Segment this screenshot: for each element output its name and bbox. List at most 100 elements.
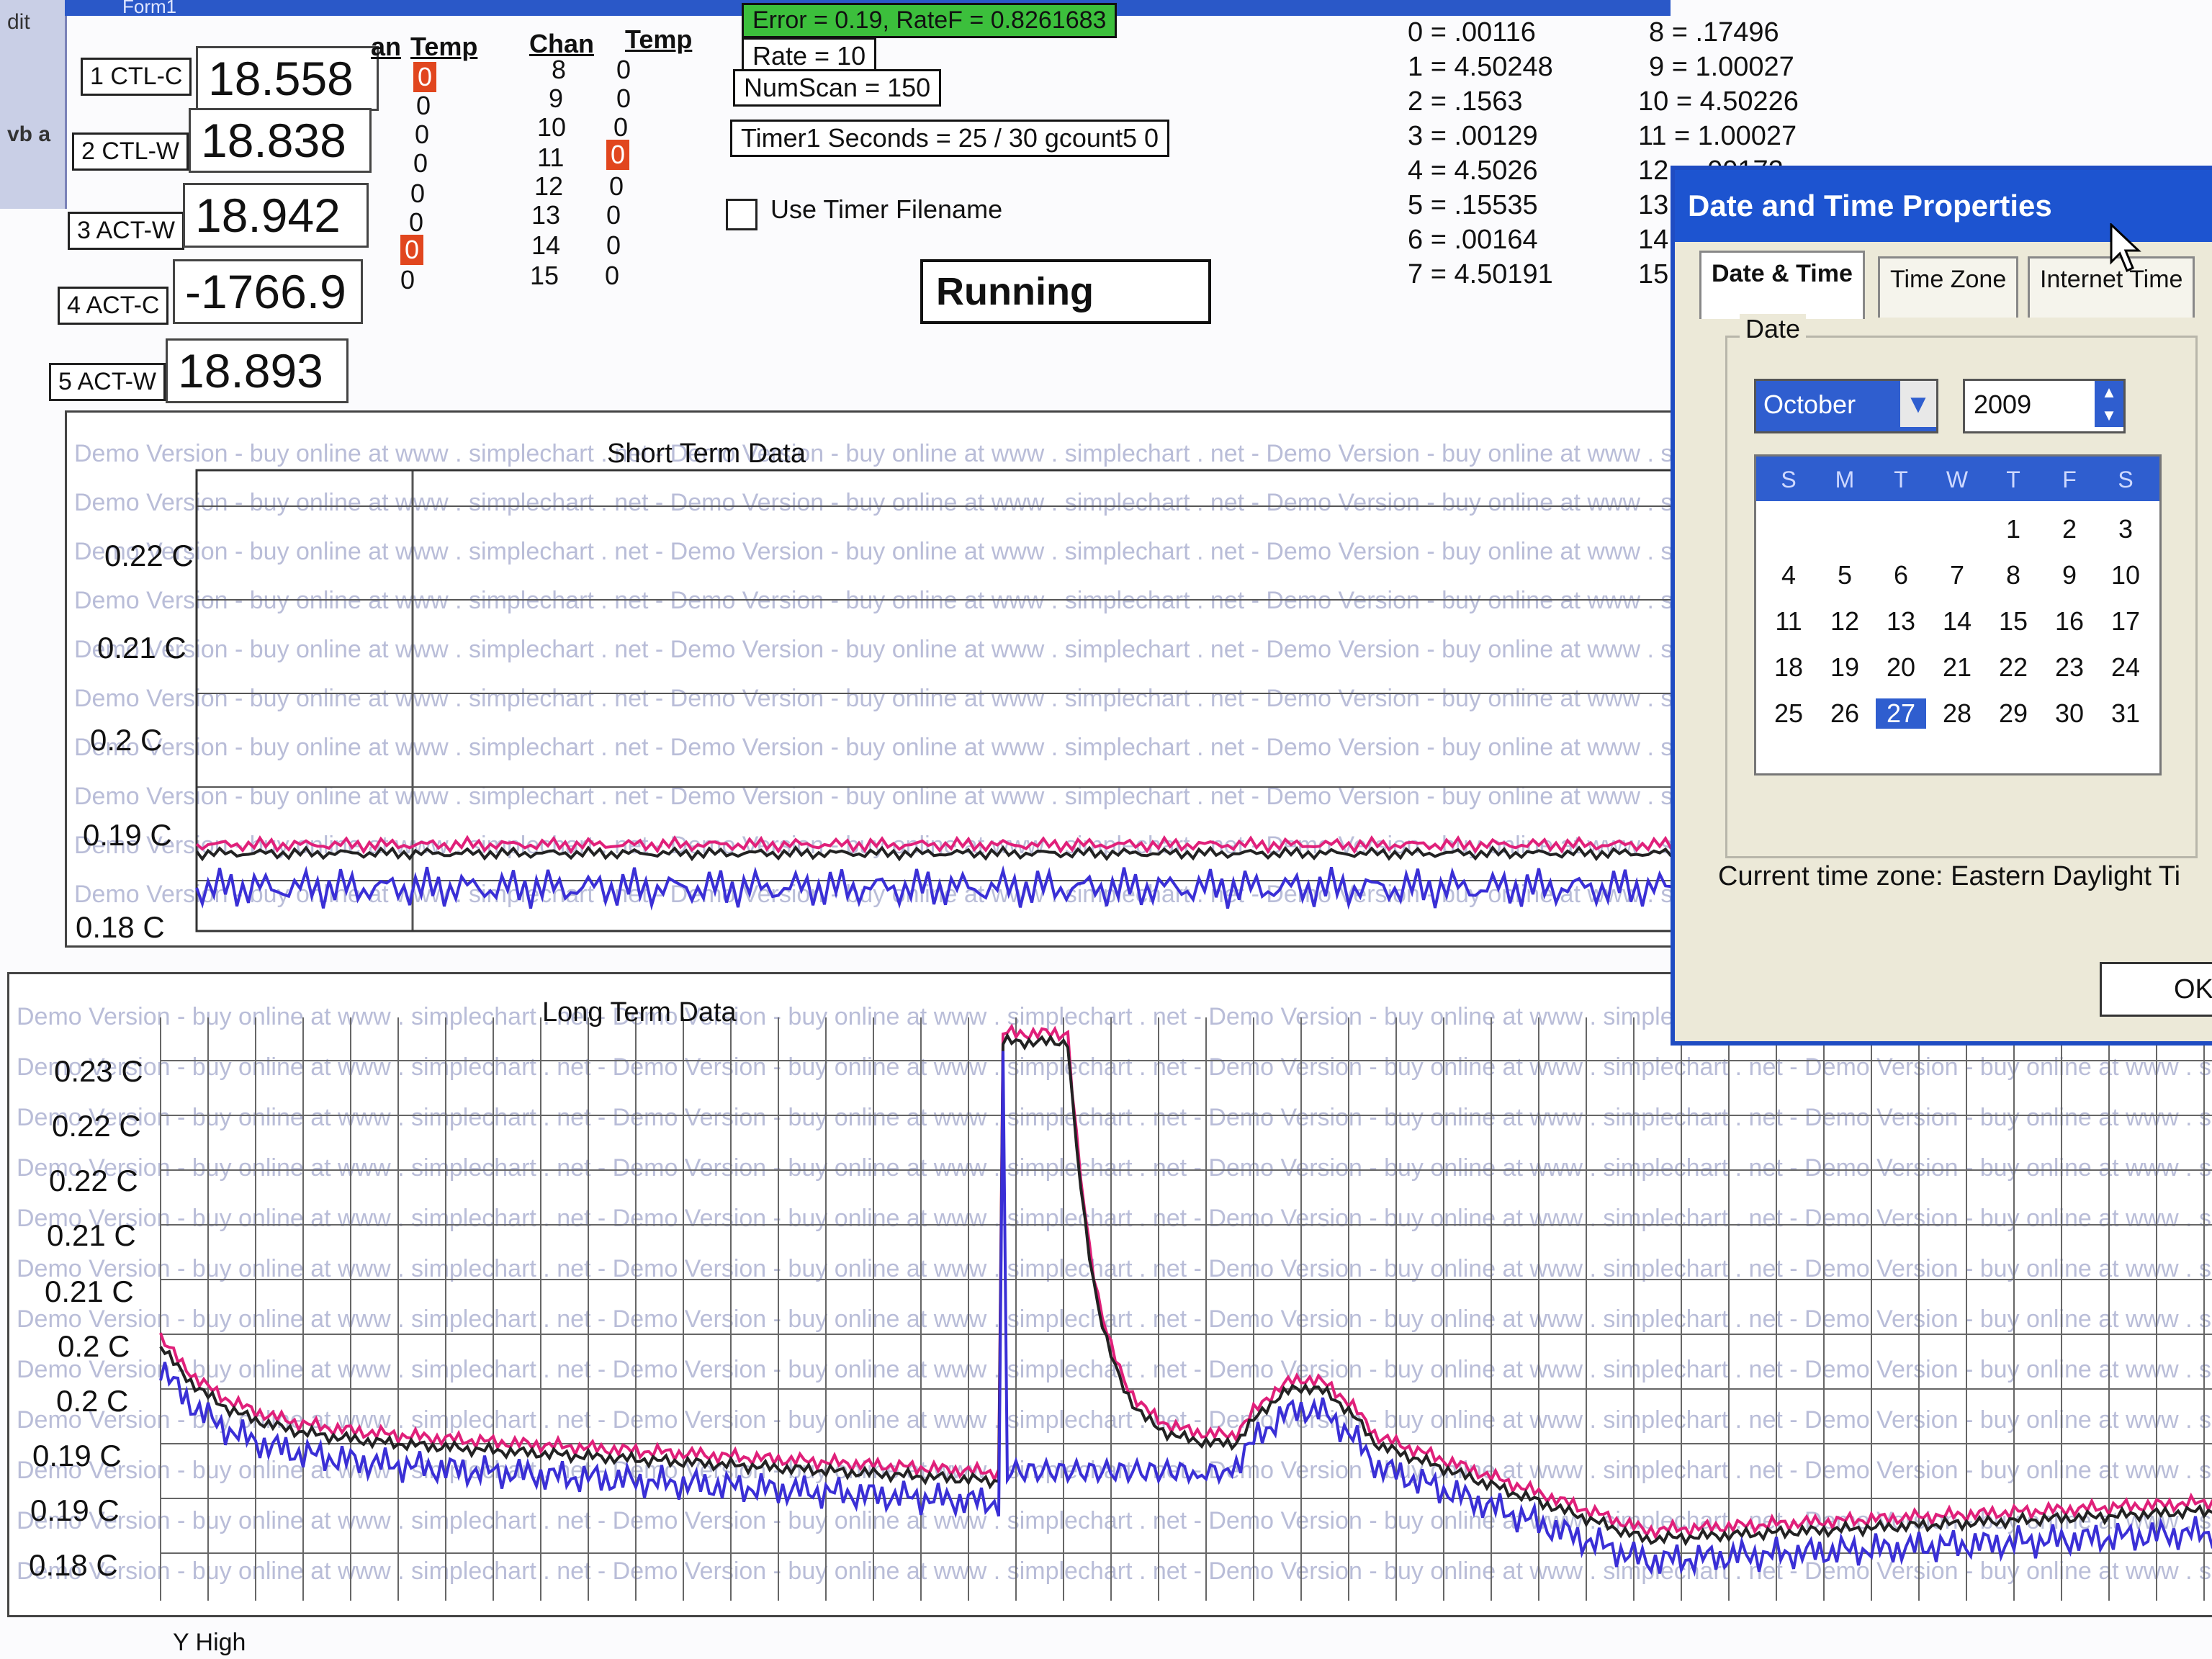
long-ylabel-6: 0.2 C bbox=[56, 1384, 129, 1418]
calendar-day[interactable]: 15 bbox=[1988, 606, 2038, 637]
temp-a-3: 0 bbox=[413, 148, 428, 178]
reading-9: 9 = 1.00027 bbox=[1649, 52, 1794, 82]
reading-5: 5 = .15535 bbox=[1408, 190, 1538, 220]
short-ylabel-4: 0.18 C bbox=[76, 910, 165, 944]
calendar-day[interactable]: 28 bbox=[1932, 698, 1982, 729]
temp-b-15: 0 bbox=[605, 261, 620, 290]
calendar-day[interactable]: 8 bbox=[1988, 560, 2038, 590]
sensor-value-5: 18.893 bbox=[166, 338, 349, 403]
calendar-day[interactable]: 9 bbox=[2044, 560, 2095, 590]
sensor-tag-5: 5 ACT-W bbox=[49, 363, 166, 401]
long-chart-title: Long Term Data bbox=[542, 997, 737, 1028]
year-value: 2009 bbox=[1974, 390, 2032, 419]
calendar-day[interactable]: 1 bbox=[1988, 514, 2038, 544]
calendar-day[interactable]: 22 bbox=[1988, 652, 2038, 683]
short-chart-title: Short Term Data bbox=[607, 439, 806, 469]
month-select[interactable]: October ▼ bbox=[1754, 379, 1938, 433]
calendar-day[interactable]: 23 bbox=[2044, 652, 2095, 683]
temp-b-13: 0 bbox=[606, 200, 621, 230]
reading-2: 2 = .1563 bbox=[1408, 86, 1523, 117]
long-ylabel-0: 0.23 C bbox=[54, 1054, 143, 1088]
calendar-day[interactable]: 10 bbox=[2100, 560, 2151, 590]
col-head-chan-a: an bbox=[371, 32, 402, 61]
error-rate-label: Error = 0.19, RateF = 0.8261683 bbox=[742, 3, 1118, 38]
calendar-day[interactable]: 29 bbox=[1988, 698, 2038, 729]
short-term-chart: Demo Version - buy online at www . simpl… bbox=[65, 410, 1682, 948]
weekday-header: W bbox=[1946, 467, 1969, 493]
tab-time-zone[interactable]: Time Zone bbox=[1878, 256, 2019, 318]
calendar-grid[interactable]: S M T W T F S 1 2 3 4 5 6 7 8 9 10 11 12 13 14 15 16 17 18 19 20 21… bbox=[1754, 454, 2162, 775]
ok-button[interactable]: OK bbox=[2100, 962, 2212, 1017]
temp-a-0: 0 bbox=[413, 62, 437, 92]
watermark-text: Demo Version - buy online at www . simpl… bbox=[17, 1305, 2212, 1333]
calendar-day[interactable]: 11 bbox=[1763, 606, 1814, 637]
calendar-day[interactable]: 27 bbox=[1876, 698, 1926, 729]
reading-6: 6 = .00164 bbox=[1408, 225, 1538, 255]
chan-b-9: 9 bbox=[549, 84, 564, 113]
numscan-label: NumScan = 150 bbox=[733, 69, 942, 107]
reading-7: 7 = 4.50191 bbox=[1408, 259, 1553, 289]
chan-b-15: 15 bbox=[530, 261, 559, 290]
watermark-text: Demo Version - buy online at www . simpl… bbox=[17, 1154, 2212, 1182]
short-ylabel-1: 0.21 C bbox=[97, 631, 186, 665]
calendar-day[interactable]: 3 bbox=[2100, 514, 2151, 544]
calendar-day[interactable]: 30 bbox=[2044, 698, 2095, 729]
calendar-day[interactable]: 12 bbox=[1820, 606, 1870, 637]
calendar-day[interactable]: 21 bbox=[1932, 652, 1982, 683]
long-ylabel-3: 0.21 C bbox=[47, 1218, 136, 1252]
dialog-title: Date and Time Properties bbox=[1688, 189, 2052, 222]
calendar-day[interactable]: 14 bbox=[1932, 606, 1982, 637]
y-high-label: Y High bbox=[173, 1629, 246, 1656]
chevron-down-icon[interactable]: ▼ bbox=[1900, 381, 1936, 427]
window-title: Form1 bbox=[122, 0, 177, 17]
sensor-value-3: 18.942 bbox=[183, 183, 369, 248]
calendar-day[interactable]: 5 bbox=[1820, 560, 1870, 590]
sensor-tag-2: 2 CTL-W bbox=[72, 132, 189, 171]
watermark-text: Demo Version - buy online at www . simpl… bbox=[74, 734, 1680, 761]
spin-arrows-icon[interactable]: ▲ ▼ bbox=[2095, 381, 2123, 427]
year-spinner[interactable]: 2009 ▲ ▼ bbox=[1963, 379, 2126, 433]
calendar-day[interactable]: 4 bbox=[1763, 560, 1814, 590]
reading-4: 4 = 4.5026 bbox=[1408, 156, 1538, 186]
watermark-text: Demo Version - buy online at www . simpl… bbox=[17, 1255, 2212, 1282]
mouse-cursor-icon bbox=[2110, 223, 2141, 273]
calendar-day[interactable]: 6 bbox=[1876, 560, 1926, 590]
calendar-day[interactable]: 7 bbox=[1932, 560, 1982, 590]
calendar-day[interactable]: 13 bbox=[1876, 606, 1926, 637]
temp-a-5: 0 bbox=[409, 207, 424, 237]
watermark-text: Demo Version - buy online at www . simpl… bbox=[17, 1053, 2212, 1081]
ok-label: OK bbox=[2174, 974, 2212, 1004]
use-timer-filename-checkbox[interactable] bbox=[726, 199, 757, 230]
calendar-day[interactable]: 17 bbox=[2100, 606, 2151, 637]
long-ylabel-9: 0.18 C bbox=[29, 1548, 118, 1582]
current-timezone-text: Current time zone: Eastern Daylight Ti bbox=[1718, 861, 2181, 891]
tab-date-time[interactable]: Date & Time bbox=[1699, 251, 1865, 319]
date-time-dialog: Date and Time Properties Date & Time Tim… bbox=[1671, 166, 2212, 1046]
calendar-day[interactable]: 25 bbox=[1763, 698, 1814, 729]
col-head-temp-b: Temp bbox=[625, 24, 693, 54]
weekday-header: M bbox=[1835, 467, 1855, 493]
calendar-day[interactable]: 16 bbox=[2044, 606, 2095, 637]
reading-13: 13 bbox=[1638, 190, 1669, 220]
sensor-tag-4: 4 ACT-C bbox=[58, 287, 169, 325]
date-group-title: Date bbox=[1740, 314, 1807, 344]
calendar-day[interactable]: 19 bbox=[1820, 652, 1870, 683]
chan-b-10: 10 bbox=[537, 112, 567, 142]
calendar-day[interactable]: 20 bbox=[1876, 652, 1926, 683]
temp-a-4: 0 bbox=[410, 179, 426, 208]
weekday-header: S bbox=[2118, 467, 2134, 493]
sensor-value-1: 18.558 bbox=[196, 46, 379, 111]
sensor-tag-3: 3 ACT-W bbox=[68, 212, 185, 250]
calendar-day[interactable]: 18 bbox=[1763, 652, 1814, 683]
calendar-day[interactable]: 26 bbox=[1820, 698, 1870, 729]
short-ylabel-3: 0.19 C bbox=[83, 818, 172, 852]
watermark-text: Demo Version - buy online at www . simpl… bbox=[74, 685, 1680, 712]
calendar-day[interactable]: 31 bbox=[2100, 698, 2151, 729]
reading-11: 11 = 1.00027 bbox=[1638, 121, 1797, 151]
calendar-day[interactable]: 2 bbox=[2044, 514, 2095, 544]
temp-b-11: 0 bbox=[606, 140, 630, 170]
long-ylabel-4: 0.21 C bbox=[45, 1274, 134, 1308]
temp-b-9: 0 bbox=[616, 84, 631, 113]
temp-a-6: 0 bbox=[400, 235, 424, 265]
calendar-day[interactable]: 24 bbox=[2100, 652, 2151, 683]
